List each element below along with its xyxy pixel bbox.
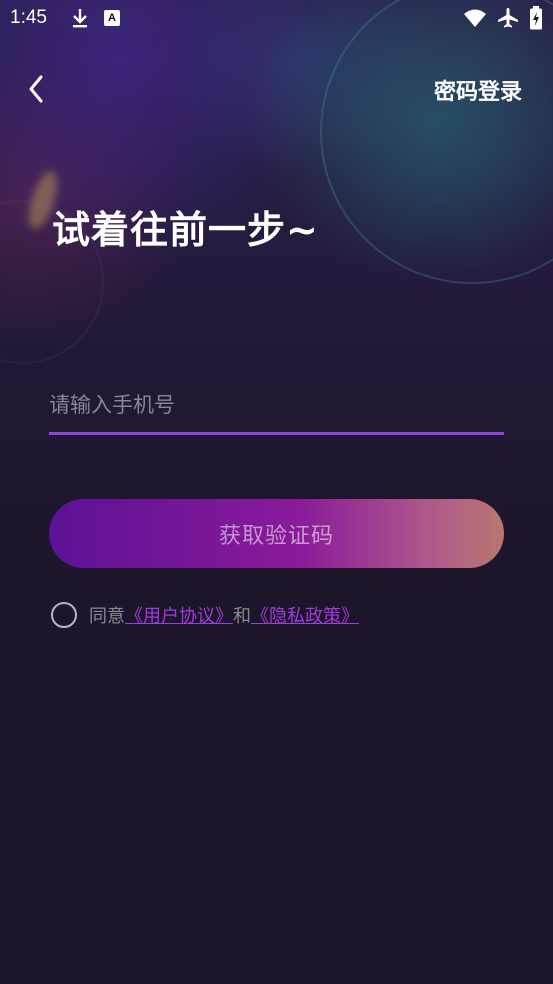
decorative-orb bbox=[320, 0, 553, 284]
status-bar: 1:45 A bbox=[0, 0, 553, 38]
phone-input[interactable] bbox=[49, 378, 504, 432]
background bbox=[0, 0, 553, 984]
battery-icon bbox=[529, 6, 543, 34]
agree-radio[interactable] bbox=[51, 602, 77, 628]
agree-and: 和 bbox=[233, 606, 251, 627]
airplane-icon bbox=[497, 7, 519, 33]
status-time: 1:45 bbox=[10, 7, 47, 28]
download-icon bbox=[70, 6, 90, 34]
wifi-icon bbox=[463, 8, 487, 32]
password-login-button[interactable]: 密码登录 bbox=[434, 74, 522, 106]
chevron-left-icon bbox=[29, 75, 43, 103]
privacy-policy-link[interactable]: 《隐私政策》 bbox=[251, 602, 359, 628]
phone-field[interactable] bbox=[49, 378, 504, 435]
agree-prefix: 同意 bbox=[89, 606, 125, 627]
get-code-button[interactable]: 获取验证码 bbox=[49, 499, 504, 568]
user-agreement-link[interactable]: 《用户协议》 bbox=[125, 602, 233, 628]
page-title: 试着往前一步~ bbox=[52, 208, 319, 252]
back-button[interactable] bbox=[22, 72, 52, 106]
agreement-row: 同意 《用户协议》 和 《隐私政策》 bbox=[51, 600, 359, 630]
letter-a-icon: A bbox=[104, 10, 120, 26]
